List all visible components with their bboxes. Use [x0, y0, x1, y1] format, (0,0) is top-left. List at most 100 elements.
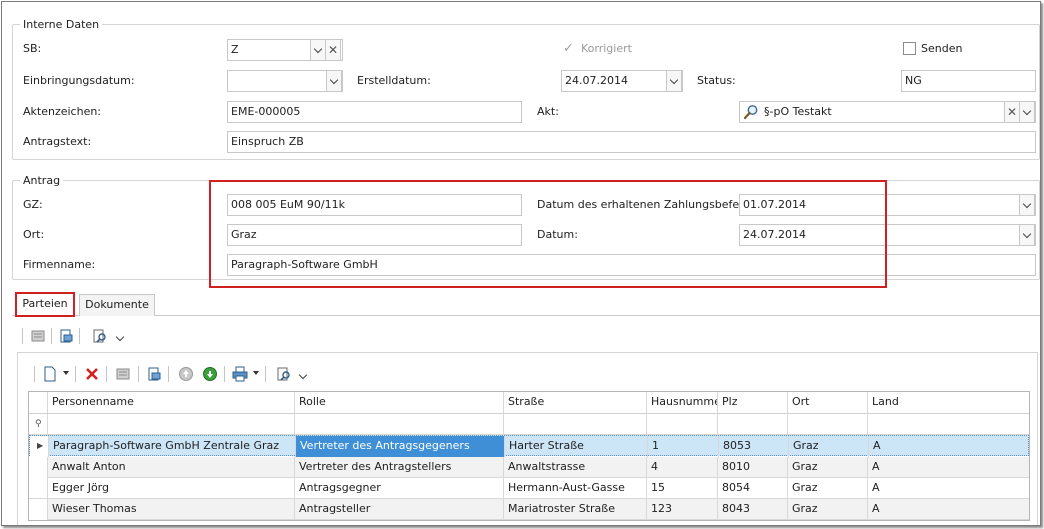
table-cell[interactable]: 8054 [718, 478, 788, 499]
column-header[interactable]: Straße [504, 392, 647, 414]
print-icon[interactable] [232, 366, 248, 382]
column-header[interactable]: Ort [788, 392, 868, 414]
table-cell[interactable]: 123 [647, 499, 718, 520]
grid-indicator-header [29, 392, 48, 413]
column-header[interactable]: Plz [718, 392, 788, 414]
close-icon: ✕ [327, 43, 339, 57]
table-cell[interactable]: 8010 [718, 457, 788, 478]
toolbar-separator [106, 366, 107, 382]
akt-clear-button[interactable]: ✕ [1004, 102, 1020, 122]
einbringungsdatum-field[interactable] [227, 70, 343, 92]
table-cell[interactable]: A [869, 436, 1030, 457]
move-down-icon[interactable] [202, 366, 218, 382]
tab-dokumente[interactable]: Dokumente [79, 294, 155, 316]
table-cell[interactable]: Hermann-Aust-Gasse [504, 478, 647, 499]
table-cell[interactable]: Anwaltstrasse [504, 457, 647, 478]
table-cell[interactable]: Anwalt Anton [48, 457, 295, 478]
row-indicator-arrow-icon: ▶ [30, 436, 49, 457]
toolbar-separator [51, 328, 52, 344]
preview-icon[interactable] [146, 366, 162, 382]
einbringungsdatum-dropdown-button[interactable] [326, 71, 342, 91]
akt-combo[interactable]: §-pO Testakt ✕ [739, 101, 1036, 123]
chevron-down-icon [669, 75, 679, 84]
column-header[interactable]: Land [868, 392, 1029, 414]
table-cell[interactable]: A [868, 499, 1029, 520]
filter-cell[interactable] [868, 414, 1029, 435]
preview-icon[interactable] [58, 328, 74, 344]
table-cell[interactable]: Graz [788, 478, 868, 499]
table-cell[interactable]: Egger Jörg [48, 478, 295, 499]
sb-combo[interactable]: Z ✕ [227, 39, 343, 61]
table-cell[interactable]: Antragsteller [295, 499, 504, 520]
table-cell[interactable]: Paragraph-Software GmbH Zentrale Graz [49, 436, 296, 457]
status-field[interactable]: NG [901, 70, 1036, 92]
aktenzeichen-label: Aktenzeichen: [23, 105, 102, 118]
sb-clear-button[interactable]: ✕ [325, 40, 341, 60]
table-cell[interactable]: 4 [647, 457, 718, 478]
status-value: NG [905, 74, 922, 87]
list-view-icon[interactable] [115, 366, 131, 382]
filter-cell[interactable] [718, 414, 788, 435]
table-cell[interactable]: Antragsgegner [295, 478, 504, 499]
einbringungsdatum-label: Einbringungsdatum: [23, 74, 135, 87]
table-cell[interactable]: Harter Straße [505, 436, 648, 457]
table-cell[interactable]: Graz [788, 457, 868, 478]
table-cell[interactable]: 1 [648, 436, 719, 457]
erstelldatum-dropdown-button[interactable] [666, 71, 682, 91]
list-view-icon[interactable] [30, 328, 46, 344]
move-up-icon[interactable] [178, 366, 194, 382]
toolbar-separator [75, 366, 76, 382]
aktenzeichen-field[interactable]: EME-000005 [227, 101, 522, 123]
table-row[interactable]: Anwalt Anton Vertreter des Antragsteller… [29, 457, 1029, 478]
table-cell[interactable]: Graz [788, 499, 868, 520]
print-dropdown-arrow-icon[interactable] [253, 371, 259, 375]
search-icon[interactable] [743, 104, 759, 120]
table-cell[interactable]: 15 [647, 478, 718, 499]
sb-value: Z [231, 43, 239, 56]
chevron-down-icon [1022, 229, 1032, 238]
table-row[interactable]: ▶ Paragraph-Software GmbH Zentrale Graz … [29, 435, 1030, 457]
datum-zahlungsbefehl-dropdown-button[interactable] [1019, 195, 1035, 215]
table-cell[interactable]: Wieser Thomas [48, 499, 295, 520]
column-header[interactable]: Rolle [295, 392, 504, 414]
datum-dropdown-button[interactable] [1019, 225, 1035, 245]
senden-checkbox[interactable] [903, 42, 916, 55]
table-cell[interactable]: Graz [789, 436, 869, 457]
table-cell[interactable]: Mariatroster Straße [504, 499, 647, 520]
toolbar-separator [168, 366, 169, 382]
toolbar-separator [79, 328, 80, 344]
antragstext-value: Einspruch ZB [231, 135, 304, 148]
filter-cell[interactable] [788, 414, 868, 435]
find-icon[interactable] [276, 366, 292, 382]
table-cell[interactable]: 8043 [718, 499, 788, 520]
column-header[interactable]: Hausnummer [647, 392, 718, 414]
korrigiert-checkbox[interactable]: ✓ [563, 42, 577, 56]
antragstext-field[interactable]: Einspruch ZB [227, 131, 1036, 153]
find-icon[interactable] [92, 328, 108, 344]
new-document-icon[interactable] [42, 366, 58, 382]
grid-filter-row[interactable]: ⚲ [29, 414, 1029, 435]
sb-dropdown-button[interactable] [310, 40, 326, 60]
table-row[interactable]: Wieser Thomas Antragsteller Mariatroster… [29, 499, 1029, 520]
table-cell[interactable]: A [868, 457, 1029, 478]
window: Interne Daten SB: Z ✕ ✓ Korrigiert Sende… [1, 1, 1041, 526]
new-dropdown-arrow-icon[interactable] [63, 371, 69, 375]
akt-dropdown-button[interactable] [1019, 102, 1035, 122]
filter-pin-icon: ⚲ [29, 414, 48, 435]
table-cell[interactable]: A [868, 478, 1029, 499]
delete-icon[interactable] [84, 366, 100, 382]
find-dropdown-chevron-icon[interactable] [298, 368, 308, 381]
find-dropdown-chevron-icon[interactable] [115, 330, 125, 343]
filter-cell[interactable] [48, 414, 295, 435]
erstelldatum-field[interactable]: 24.07.2014 [561, 70, 683, 92]
status-label: Status: [697, 74, 736, 87]
column-header[interactable]: Personenname [48, 392, 295, 414]
table-cell[interactable]: Vertreter des Antragstellers [295, 457, 504, 478]
filter-cell[interactable] [504, 414, 647, 435]
table-cell-selected[interactable]: Vertreter des Antragsgegeners [296, 436, 505, 457]
table-cell[interactable]: 8053 [719, 436, 789, 457]
filter-cell[interactable] [647, 414, 718, 435]
filter-cell[interactable] [295, 414, 504, 435]
gz-label: GZ: [23, 198, 43, 211]
table-row[interactable]: Egger Jörg Antragsgegner Hermann-Aust-Ga… [29, 478, 1029, 499]
